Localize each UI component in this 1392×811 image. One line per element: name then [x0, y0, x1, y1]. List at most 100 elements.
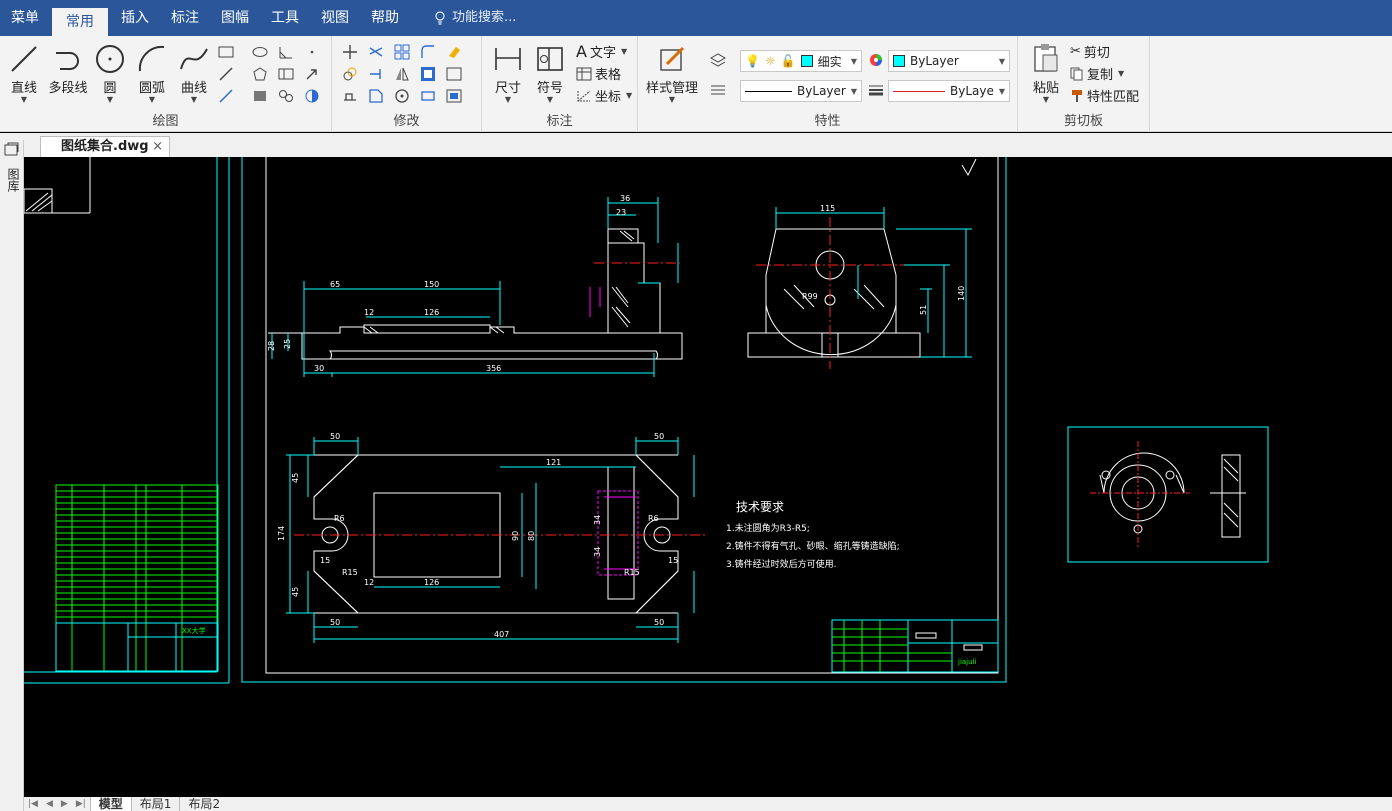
match-properties-button[interactable]: 特性匹配 [1070, 86, 1139, 105]
offset-tool[interactable] [418, 64, 438, 84]
boundary-tool[interactable] [302, 86, 322, 106]
curve-button[interactable]: 曲线 ▼ [172, 42, 216, 104]
next-tab-nav[interactable]: ▶ [57, 799, 72, 809]
construction-line-tool[interactable] [216, 64, 236, 84]
front-view-dimension: 30 [314, 364, 324, 373]
region-tool[interactable] [276, 86, 296, 106]
hatch-icon [254, 91, 266, 101]
layers-icon [710, 53, 726, 67]
circle-label: 圆 [103, 81, 117, 96]
drawing-canvas[interactable]: 65 150 12 126 28 25 30 356 36 23 115 140 51 R99 50 121 5… [24, 157, 1392, 797]
layout-tab-1[interactable]: 布局1 [130, 797, 180, 811]
rectangle-tool[interactable] [216, 42, 236, 62]
menu-help[interactable]: 帮助 [360, 0, 410, 36]
move-tool[interactable] [340, 42, 360, 62]
plan-view-dimension: 50 [654, 432, 664, 441]
layout-tab-2[interactable]: 布局2 [179, 797, 228, 811]
first-tab-nav[interactable]: |◀ [24, 799, 42, 809]
circle-icon [96, 45, 124, 73]
arrow-tool[interactable] [302, 64, 322, 84]
modify-group-label: 修改 [393, 114, 420, 129]
layout-tab-model[interactable]: 模型 [89, 797, 131, 811]
text-button[interactable]: A 文字 ▼ [576, 42, 627, 61]
ray-icon [219, 89, 233, 103]
edit-box-icon [446, 89, 462, 103]
coordinate-button[interactable]: 坐标 ▼ [576, 86, 632, 105]
color-wheel-icon [870, 54, 882, 66]
plan-view-dimension: 174 [277, 526, 286, 541]
hatch-tool[interactable] [250, 86, 270, 106]
rotate-tool[interactable] [392, 86, 412, 106]
angle-tool[interactable] [276, 42, 296, 62]
right-view-dimension: 51 [919, 305, 928, 315]
symbol-button[interactable]: 符号 ▼ [528, 42, 572, 104]
dimension-button[interactable]: 尺寸 ▼ [486, 42, 530, 104]
stretch-tool[interactable] [340, 86, 360, 106]
plan-view-dimension: R15 [624, 568, 640, 577]
polygon-tool[interactable] [250, 64, 270, 84]
library-panel-label: 图库 [6, 168, 20, 192]
copy-icon [1070, 67, 1083, 80]
paste-button[interactable]: 粘贴 ▼ [1024, 42, 1068, 104]
text-icon: A [576, 42, 587, 61]
color-dropdown[interactable]: ByLayer ▼ [888, 50, 1010, 72]
lineweight-manager-button[interactable] [866, 80, 886, 100]
plan-view-dimension: 45 [291, 587, 300, 597]
line-button[interactable]: 直线 ▼ [2, 42, 46, 104]
last-tab-nav[interactable]: ▶| [72, 799, 90, 809]
mirror-tool[interactable] [392, 64, 412, 84]
style-manager-button[interactable]: 样式管理 ▼ [644, 42, 700, 104]
cad-drawing: 65 15012 12628 2530 3563623 11514051R99501215… [24, 157, 1269, 684]
ellipse-tool[interactable] [250, 42, 270, 62]
copy-button[interactable]: 复制 ▼ [1070, 64, 1124, 83]
document-tab[interactable]: 图纸集合.dwg × [40, 136, 170, 157]
plan-view-dimension: 45 [291, 473, 300, 483]
table-grid-tool[interactable] [276, 64, 296, 84]
linetype-manager-button[interactable] [708, 80, 728, 100]
plan-view-dimension: R15 [342, 568, 358, 577]
table-button[interactable]: 表格 [576, 64, 621, 83]
menu-view[interactable]: 视图 [310, 0, 360, 36]
style-manager-label: 样式管理 [645, 81, 698, 96]
layer-dropdown[interactable]: 💡 ☼ 🔓 细实 ▼ [740, 50, 862, 72]
color-wheel-button[interactable] [866, 50, 886, 70]
lineweight-dropdown[interactable]: ByLaye ▼ [888, 80, 1010, 102]
flange-center [1090, 441, 1190, 547]
polyline-button[interactable]: 多段线 [44, 42, 92, 96]
erase-tool[interactable] [444, 42, 464, 62]
front-view-dimension: 150 [424, 280, 439, 289]
feature-search-placeholder: 功能搜索... [452, 10, 517, 25]
menu-insert[interactable]: 插入 [110, 0, 160, 36]
menu-sheet[interactable]: 图幅 [210, 0, 260, 36]
extend-tool[interactable] [366, 64, 386, 84]
plan-view-dimension: 90 [511, 531, 520, 541]
roughness-symbol [961, 158, 977, 177]
properties-edit-tool[interactable] [444, 86, 464, 106]
menu-tools[interactable]: 工具 [260, 0, 310, 36]
menu-annotate[interactable]: 标注 [160, 0, 210, 36]
fillet-tool[interactable] [418, 42, 438, 62]
arc-button[interactable]: 圆弧 ▼ [130, 42, 174, 104]
library-side-panel[interactable]: 图库 [0, 140, 24, 811]
document-tab-close[interactable]: × [152, 137, 163, 157]
ray-tool[interactable] [216, 86, 236, 106]
trim-tool[interactable] [366, 42, 386, 62]
menu-main[interactable]: 菜单 [0, 0, 50, 36]
front-view-dimension: 25 [283, 339, 292, 349]
feature-search[interactable]: 功能搜索... [410, 0, 516, 36]
copy-object-tool[interactable] [340, 64, 360, 84]
menu-home[interactable]: 常用 [52, 8, 108, 36]
linetype-dropdown[interactable]: ByLayer ▼ [740, 80, 862, 102]
swatch-cyan [800, 55, 813, 67]
cut-button[interactable]: ✂ 剪切 [1070, 42, 1110, 61]
circle-button[interactable]: 圆 ▼ [88, 42, 132, 104]
prev-tab-nav[interactable]: ◀ [42, 799, 57, 809]
scale-tool[interactable] [444, 64, 464, 84]
align-tool[interactable] [366, 86, 386, 106]
layer-manager-button[interactable] [708, 50, 728, 70]
plan-view-dimension: R6 [334, 514, 345, 523]
explode-tool[interactable] [418, 86, 438, 106]
point-tool[interactable] [302, 42, 322, 62]
right-view-center [756, 217, 904, 369]
array-tool[interactable] [392, 42, 412, 62]
